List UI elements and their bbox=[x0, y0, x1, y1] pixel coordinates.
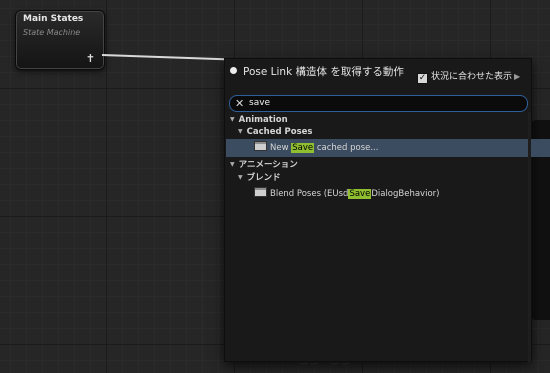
item-text-post: cached pose... bbox=[314, 143, 379, 153]
item-text-highlight: Save bbox=[348, 189, 372, 199]
item-text-post: DialogBehavior) bbox=[371, 189, 440, 199]
item-text-pre: Blend Poses (EUsd bbox=[270, 189, 349, 199]
search-input[interactable] bbox=[249, 96, 509, 111]
state-machine-node[interactable]: Main States State Machine ✝ bbox=[15, 10, 105, 70]
function-icon bbox=[254, 187, 267, 197]
action-menu: Pose Link 構造体 を取得する動作 ✓状況に合わせた表示▶ ✕ ▼Ani… bbox=[224, 58, 550, 362]
menu-title-text: Pose Link 構造体 を取得する動作 bbox=[243, 66, 404, 78]
item-text-highlight: Save bbox=[291, 143, 315, 153]
menu-scrollbar[interactable] bbox=[528, 112, 531, 362]
item-text-pre: New bbox=[270, 143, 292, 153]
menu-item-new-save-cached-pose[interactable]: New Save cached pose... bbox=[226, 139, 550, 157]
menu-item-blend-poses[interactable]: Blend Poses (EUsdSaveDialogBehavior) bbox=[226, 185, 550, 203]
chevron-right-icon[interactable]: ▶ bbox=[514, 72, 520, 81]
clear-search-icon[interactable]: ✕ bbox=[235, 96, 244, 111]
function-icon bbox=[254, 141, 267, 151]
node-title: Main States bbox=[23, 14, 84, 24]
context-sensitive-toggle[interactable]: ✓ 状況に合わせた表示 ▶ bbox=[417, 69, 520, 84]
category-label: ブレンド bbox=[246, 173, 281, 183]
person-pin-icon[interactable]: ✝ bbox=[86, 53, 95, 64]
node-subtitle: State Machine bbox=[23, 28, 81, 37]
search-box[interactable]: ✕ bbox=[229, 95, 528, 112]
menu-title: Pose Link 構造体 を取得する動作 bbox=[230, 66, 415, 79]
checkbox-icon[interactable]: ✓ bbox=[417, 73, 428, 84]
pin-dot-icon bbox=[230, 67, 237, 74]
context-label: 状況に合わせた表示 bbox=[431, 72, 513, 82]
category-label: Cached Poses bbox=[246, 127, 313, 137]
